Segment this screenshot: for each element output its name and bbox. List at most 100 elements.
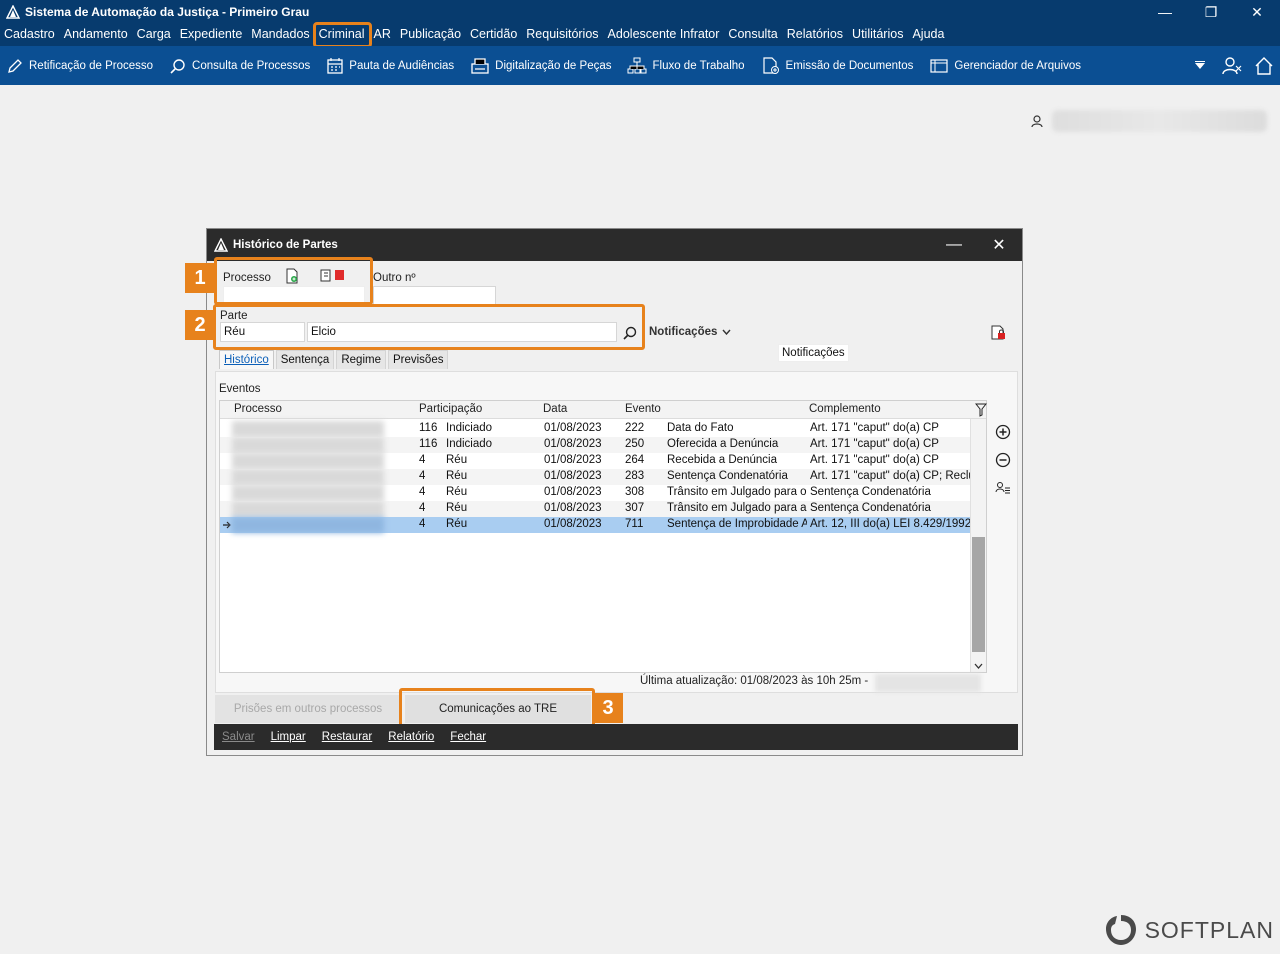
arrow-right-icon — [223, 521, 231, 529]
toolbar-consulta-button[interactable]: Consulta de Processos — [169, 57, 310, 75]
row-complemento: Art. 171 "caput" do(a) CP — [810, 438, 939, 450]
notificacoes-dropdown-label: Notificações — [649, 326, 718, 338]
scrollbar-thumb[interactable] — [972, 537, 985, 652]
row-complemento: Art. 12, III do(a) LEI 8.429/1992Sit — [810, 518, 970, 530]
row-complemento: Art. 171 "caput" do(a) CP; Reclus — [810, 470, 970, 482]
table-row[interactable]: 4 Réu 01/08/2023 308 Trânsito em Julgado… — [220, 485, 970, 501]
toolbar-pauta-button[interactable]: Pauta de Audiências — [326, 57, 454, 75]
tab-sentenca[interactable]: Sentença — [275, 350, 335, 369]
table-row[interactable]: 116 Indiciado 01/08/2023 250 Oferecida a… — [220, 437, 970, 453]
table-row-selected[interactable]: 4 Réu 01/08/2023 711 Sentença de Improbi… — [220, 517, 970, 533]
row-num: 4 — [419, 470, 426, 482]
relatorio-button[interactable]: Relatório — [388, 731, 434, 743]
menu-carga[interactable]: Carga — [133, 24, 176, 46]
row-codigo: 250 — [625, 438, 645, 450]
menu-andamento[interactable]: Andamento — [60, 24, 133, 46]
dialog-minimize-button[interactable]: — — [934, 229, 974, 261]
row-participacao: Indiciado — [446, 438, 493, 450]
home-icon[interactable] — [1248, 56, 1280, 76]
col-participacao[interactable]: Participação — [419, 403, 482, 415]
menu-consulta[interactable]: Consulta — [724, 24, 782, 46]
prisoes-outros-processos-button[interactable]: Prisões em outros processos — [215, 695, 401, 723]
menu-ajuda[interactable]: Ajuda — [908, 24, 949, 46]
dialog-title: Histórico de Partes — [233, 239, 338, 251]
menu-cadastro[interactable]: Cadastro — [0, 24, 60, 46]
outro-numero-label: Outro nº — [373, 272, 416, 284]
window-titlebar: Sistema de Automação da Justiça - Primei… — [0, 0, 1280, 24]
user-list-icon[interactable] — [993, 478, 1013, 498]
user-name-redacted — [1052, 110, 1267, 132]
menu-certidao[interactable]: Certidão — [466, 24, 522, 46]
toolbar-fluxo-button[interactable]: Fluxo de Trabalho — [627, 57, 745, 75]
row-codigo: 308 — [625, 486, 645, 498]
grid-scrollbar[interactable] — [970, 419, 986, 672]
lock-document-icon[interactable] — [990, 323, 1006, 341]
menu-requisitorios[interactable]: Requisitórios — [522, 24, 603, 46]
toolbar-label: Retificação de Processo — [29, 59, 154, 72]
remove-circle-icon[interactable] — [993, 450, 1013, 470]
table-row[interactable]: 4 Réu 01/08/2023 307 Trânsito em Julgado… — [220, 501, 970, 517]
toolbar-gerenciador-button[interactable]: Gerenciador de Arquivos — [929, 57, 1081, 75]
menu-ar[interactable]: AR — [370, 24, 396, 46]
table-row[interactable]: 4 Réu 01/08/2023 264 Recebida a Denúncia… — [220, 453, 970, 469]
row-participacao: Réu — [446, 518, 468, 530]
salvar-button[interactable]: Salvar — [222, 731, 255, 743]
table-row[interactable]: 4 Réu 01/08/2023 283 Sentença Condenatór… — [220, 469, 970, 485]
menu-publicacao[interactable]: Publicação — [396, 24, 466, 46]
limpar-button[interactable]: Limpar — [271, 731, 306, 743]
row-complemento: Sentença Condenatória — [810, 486, 931, 498]
softplan-logo-icon — [1105, 915, 1136, 945]
menu-relatorios[interactable]: Relatórios — [783, 24, 848, 46]
toolbar-digitalizacao-button[interactable]: Digitalização de Peças — [470, 57, 611, 75]
close-window-button[interactable]: ✕ — [1234, 0, 1280, 24]
col-evento[interactable]: Evento — [625, 403, 661, 415]
menu-expediente[interactable]: Expediente — [176, 24, 248, 46]
menu-mandados[interactable]: Mandados — [247, 24, 314, 46]
row-num: 116 — [419, 438, 438, 450]
menu-utilitarios[interactable]: Utilitários — [848, 24, 908, 46]
usuario-atualizacao-redacted — [875, 674, 981, 692]
tab-regime[interactable]: Regime — [336, 350, 386, 369]
add-circle-icon[interactable] — [993, 422, 1013, 442]
grid-side-buttons — [993, 422, 1013, 506]
dialog-close-button[interactable]: ✕ — [979, 229, 1019, 261]
workflow-icon — [627, 57, 647, 73]
row-num: 4 — [419, 454, 426, 466]
chevron-down-icon — [722, 329, 731, 335]
row-num: 4 — [419, 486, 426, 498]
col-data[interactable]: Data — [543, 403, 567, 415]
row-data: 01/08/2023 — [544, 438, 602, 450]
highlight-box-3 — [399, 688, 595, 727]
row-complemento: Art. 171 "caput" do(a) CP — [810, 454, 939, 466]
eventos-label: Eventos — [219, 383, 261, 395]
notificacoes-dropdown[interactable]: Notificações — [649, 326, 731, 338]
highlight-box-1 — [214, 257, 373, 305]
row-num: 116 — [419, 422, 438, 434]
filter-icon[interactable] — [975, 403, 987, 417]
col-processo[interactable]: Processo — [234, 403, 282, 415]
menu-adolescente-infrator[interactable]: Adolescente Infrator — [604, 24, 725, 46]
menu-criminal[interactable]: Criminal — [312, 22, 372, 48]
tab-historico[interactable]: Histórico — [219, 350, 274, 369]
table-row[interactable]: 116 Indiciado 01/08/2023 222 Data do Fat… — [220, 421, 970, 437]
outro-numero-field[interactable] — [373, 286, 496, 306]
toolbar-label: Emissão de Documentos — [785, 59, 914, 72]
minimize-button[interactable]: — — [1142, 0, 1188, 24]
tab-previsoes[interactable]: Previsões — [387, 350, 449, 369]
row-participacao: Réu — [446, 454, 468, 466]
restore-button[interactable]: ❐ — [1188, 0, 1234, 24]
dropdown-arrow-icon[interactable] — [1184, 60, 1216, 71]
processo-redacted — [232, 453, 384, 469]
user-icon — [1031, 115, 1043, 128]
toolbar-retificacao-button[interactable]: Retificação de Processo — [6, 57, 153, 75]
toolbar-emissao-button[interactable]: Emissão de Documentos — [761, 56, 914, 75]
users-icon[interactable] — [1216, 56, 1248, 76]
calendar-icon — [327, 57, 343, 74]
col-complemento[interactable]: Complemento — [809, 403, 881, 415]
fechar-button[interactable]: Fechar — [450, 731, 486, 743]
grid-header: Processo Participação Data Evento Comple… — [220, 401, 987, 419]
notificacoes-tooltip: Notificações — [778, 344, 849, 362]
restaurar-button[interactable]: Restaurar — [322, 731, 373, 743]
chevron-down-icon[interactable] — [974, 663, 983, 669]
row-evento: Oferecida a Denúncia — [667, 438, 779, 450]
